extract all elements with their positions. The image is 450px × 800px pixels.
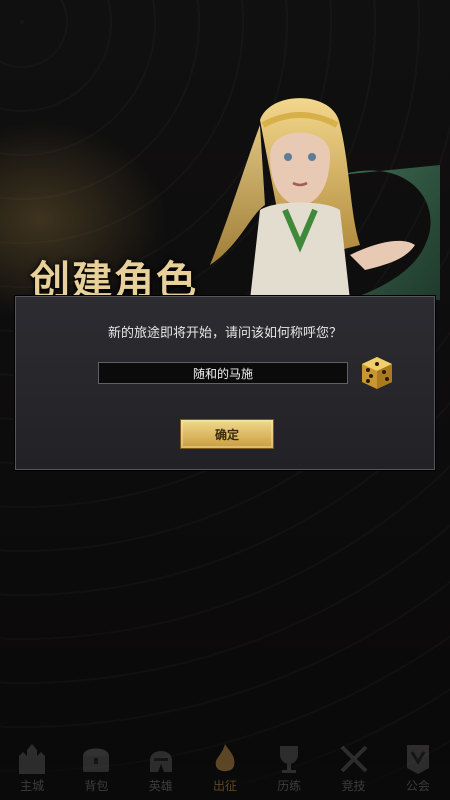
nav-label: 主城 (20, 779, 45, 793)
create-character-dialog: 新的旅途即将开始，请问该如何称呼您？ 确定 (15, 296, 435, 470)
nav-item-backpack[interactable]: 背包 (66, 742, 126, 794)
nav-label: 出征 (212, 779, 237, 793)
name-prompt: 新的旅途即将开始，请问该如何称呼您？ (107, 326, 342, 341)
nav-item-main-city[interactable]: 主城 (2, 742, 62, 794)
dice-icon[interactable] (359, 355, 395, 391)
nav-item-arena[interactable]: 竞技 (324, 742, 384, 794)
chest-icon (83, 748, 110, 772)
nav-label: 历练 (277, 779, 302, 793)
nav-label: 英雄 (148, 779, 173, 793)
nav-label: 背包 (84, 779, 109, 793)
helmet-icon (149, 751, 172, 772)
nav-label: 公会 (405, 779, 430, 793)
crossed-swords-icon (340, 745, 367, 773)
character-name-input[interactable] (98, 362, 348, 384)
nav-label: 竞技 (341, 779, 366, 793)
bottom-navigation: 主城 背包 英雄 出征 历练 竞技 公会 (0, 738, 450, 800)
hero-character-portrait (210, 98, 440, 300)
nav-item-guild[interactable]: 公会 (388, 742, 448, 794)
banner-icon (406, 745, 429, 774)
castle-icon (19, 744, 46, 774)
confirm-button[interactable]: 确定 (180, 419, 274, 449)
flame-icon (215, 744, 235, 772)
trophy-icon (280, 746, 299, 773)
nav-item-expedition[interactable]: 出征 (195, 742, 255, 794)
nav-item-heroes[interactable]: 英雄 (131, 742, 191, 794)
nav-item-training[interactable]: 历练 (259, 742, 319, 794)
